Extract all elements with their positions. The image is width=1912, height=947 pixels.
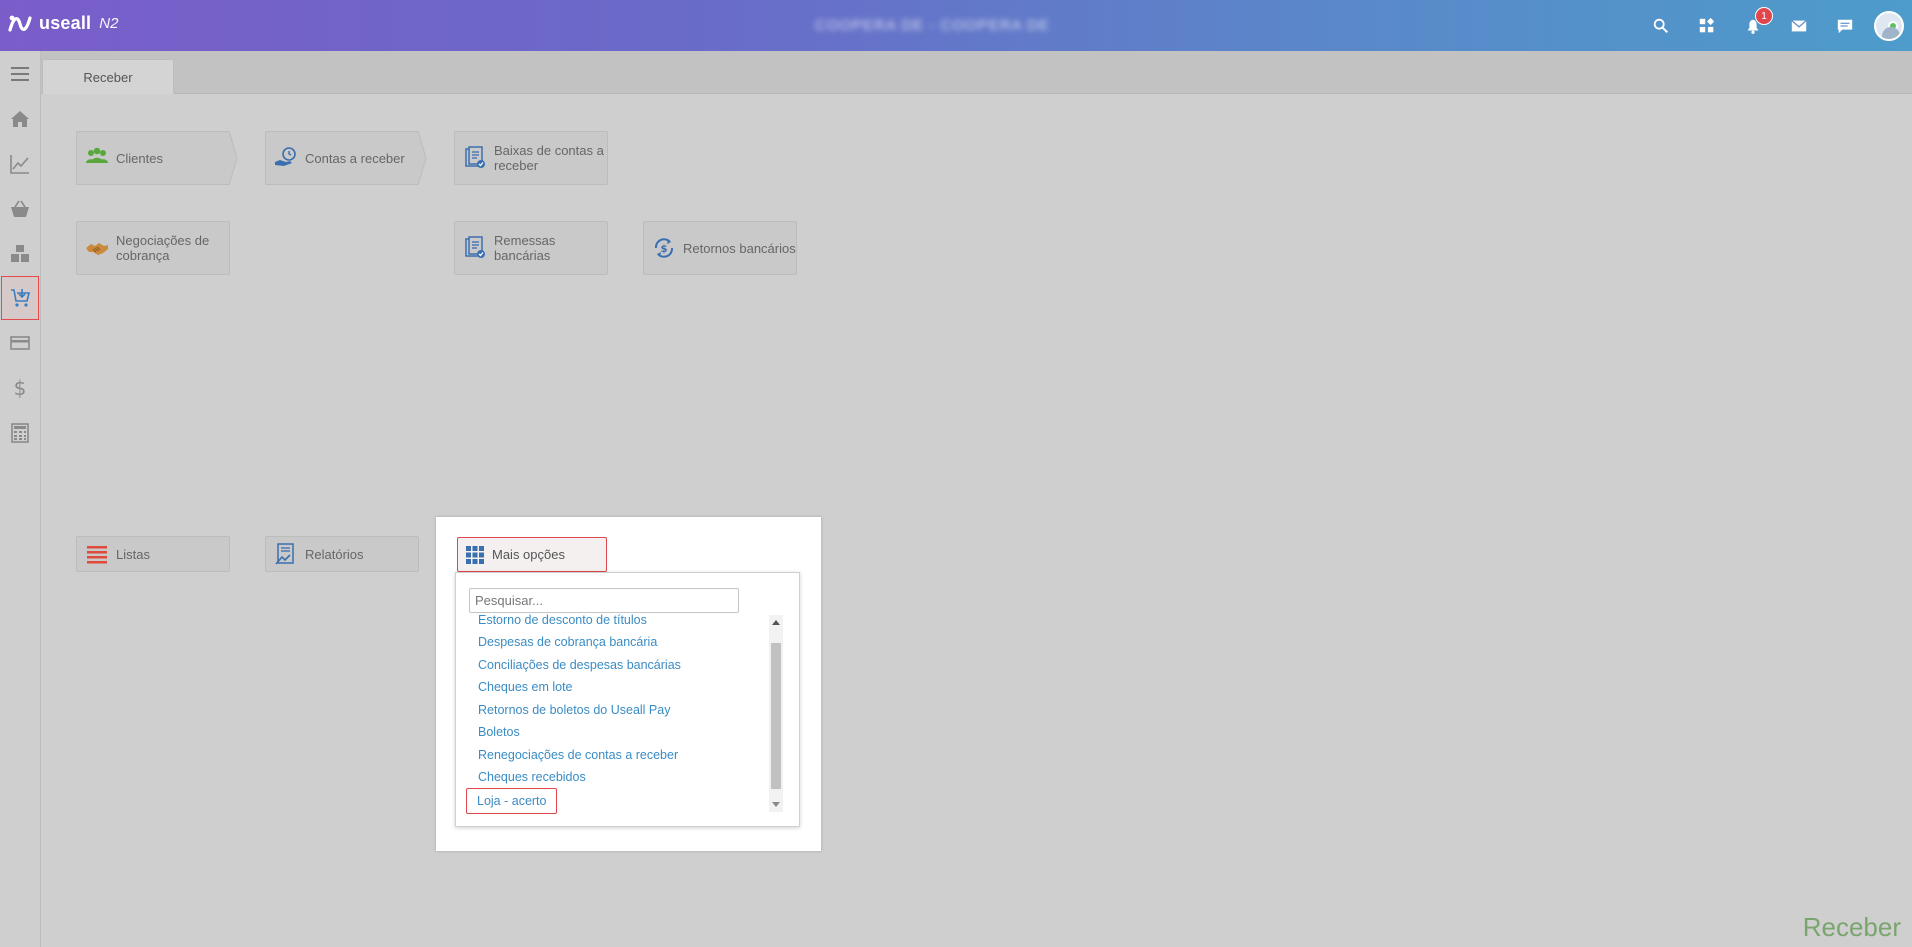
tile-label: Negociações de cobrança [116,233,210,263]
list-item[interactable]: Cheques recebidos [466,766,598,788]
sidebar-item-sales[interactable] [0,186,40,231]
user-avatar[interactable] [1874,10,1904,41]
list-icon [87,546,107,564]
tile-label: Retornos bancários [683,240,796,256]
chat-icon [1837,19,1853,33]
online-status-dot [1888,20,1898,31]
sidebar-item-accounting[interactable] [0,410,40,455]
search-icon [1653,18,1669,33]
tile-listas[interactable]: Listas [76,536,230,572]
options-search-input[interactable] [469,588,739,613]
app-logo[interactable]: useall N2 [8,12,118,34]
list-item-selected[interactable]: Loja - acerto [466,788,558,814]
svg-text:$: $ [14,377,27,399]
tile-clientes[interactable]: Clientes [76,131,230,185]
card-icon [10,335,30,350]
tab-receber[interactable]: Receber [42,59,174,94]
scrollbar-thumb[interactable] [771,643,781,789]
basket-icon [11,200,29,217]
dollar-icon: $ [14,377,27,399]
sidebar: $ [0,51,41,947]
tile-label: Relatórios [305,546,364,562]
header-apps-button[interactable] [1684,0,1730,51]
list-item[interactable]: Despesas de cobrança bancária [466,631,669,653]
logo-text: useall [39,12,92,33]
header-mail-button[interactable] [1776,0,1822,51]
menu-icon [11,66,29,81]
grid-icon [466,545,484,564]
tile-label: Contas a receber [305,150,405,166]
company-name: COOPERA DE - COOPERA DE [815,17,1050,34]
more-options-button[interactable]: Mais opções [457,537,607,572]
report-icon [275,543,294,565]
list-item[interactable]: Retornos de boletos do Useall Pay [466,699,682,721]
tile-contas-a-receber[interactable]: Contas a receber [265,131,419,185]
document-check-icon [465,236,485,258]
tile-label: Baixas de contas a receber [494,143,604,173]
hand-clock-icon [275,147,296,166]
options-dropdown: Estorno de desconto de títulos Despesas … [455,572,800,827]
home-icon [11,110,29,127]
sidebar-item-stock[interactable] [0,231,40,276]
sidebar-item-dashboard[interactable] [0,141,40,186]
sidebar-item-home[interactable] [0,96,40,141]
header-search-button[interactable] [1638,0,1684,51]
list-item[interactable]: Cheques em lote [466,676,585,698]
tile-retornos-bancarios[interactable]: $ Retornos bancários [643,221,797,275]
options-list: Estorno de desconto de títulos Despesas … [466,613,766,823]
list-item[interactable]: Conciliações de despesas bancárias [466,654,693,676]
useall-logo-icon [8,15,32,32]
mail-icon [1791,19,1807,31]
notification-badge: 1 [1755,7,1773,25]
svg-text:$: $ [661,244,668,255]
sidebar-item-receivables[interactable] [1,276,39,320]
calculator-icon [11,422,29,443]
list-item[interactable]: Renegociações de contas a receber [466,744,690,766]
list-item[interactable]: Estorno de desconto de títulos [466,613,659,631]
boxes-icon [11,244,29,262]
users-icon [86,147,108,163]
options-scrollbar[interactable] [769,615,783,812]
tile-relatorios[interactable]: Relatórios [265,536,419,572]
tile-baixas-contas-a-receber[interactable]: Baixas de contas a receber [454,131,608,185]
version-label: N2 [99,14,119,32]
tab-bar: Receber [41,51,1912,94]
sidebar-menu-toggle[interactable] [0,51,40,96]
flow-arrow [417,130,428,186]
sidebar-item-payables[interactable] [0,320,40,365]
chart-icon [10,154,29,174]
tile-label: Remessas bancárias [494,233,556,263]
tile-negociacoes-de-cobranca[interactable]: Negociações de cobrança [76,221,230,275]
handshake-icon [86,243,108,255]
scroll-up-arrow-icon[interactable] [769,615,783,629]
sidebar-item-finance[interactable]: $ [0,365,40,410]
document-check-icon [465,146,485,168]
tile-remessas-bancarias[interactable]: Remessas bancárias [454,221,608,275]
top-bar: useall N2 COOPERA DE - COOPERA DE 1 [0,0,1912,51]
tile-label: Listas [116,546,150,562]
apps-icon [1699,17,1715,32]
module-name-label: Receber [1802,912,1901,942]
more-options-popup: Mais opções Estorno de desconto de títul… [436,517,821,851]
header-notifications-button[interactable]: 1 [1730,0,1776,51]
refresh-dollar-icon: $ [654,238,674,258]
flow-arrow [228,130,239,186]
more-options-label: Mais opções [492,547,565,562]
scroll-down-arrow-icon[interactable] [769,798,783,812]
list-item[interactable]: Boletos [466,721,532,743]
header-chat-button[interactable] [1822,0,1868,51]
tile-label: Clientes [116,150,163,166]
cart-receive-icon [11,289,31,307]
